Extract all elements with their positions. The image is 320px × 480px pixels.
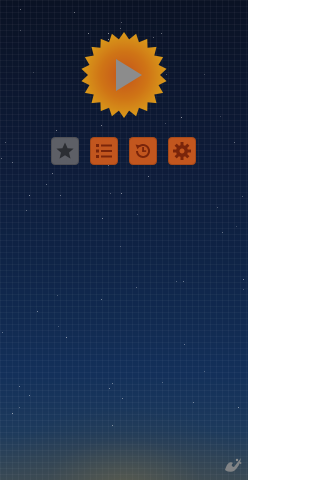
settings-button[interactable] xyxy=(168,137,196,165)
star-dot xyxy=(58,326,59,327)
splash-logo-icon xyxy=(222,454,244,474)
star-dot xyxy=(12,413,13,414)
star-dot xyxy=(222,232,223,233)
history-icon xyxy=(135,143,150,158)
star-dot xyxy=(193,402,194,403)
star-dot xyxy=(243,289,244,290)
star-dot xyxy=(56,130,57,131)
star-dot xyxy=(108,165,109,166)
menu-toolbar xyxy=(51,137,196,165)
star-dot xyxy=(26,210,27,211)
sun-badge xyxy=(81,32,167,118)
star-dot xyxy=(101,125,102,126)
star-dot xyxy=(121,22,122,23)
star-dot xyxy=(46,184,47,185)
star-dot xyxy=(234,142,235,143)
star-dot xyxy=(101,299,102,300)
star-dot xyxy=(29,195,30,196)
star-dot xyxy=(52,173,53,174)
star-dot xyxy=(122,398,123,399)
star-dot xyxy=(137,214,138,215)
horizon-glow xyxy=(0,410,248,480)
gear-icon xyxy=(173,142,191,160)
star-dot xyxy=(110,193,111,194)
star-dot xyxy=(238,407,239,408)
star-dot xyxy=(109,388,110,389)
star-dot xyxy=(120,246,121,247)
play-button[interactable] xyxy=(80,31,168,119)
star-dot xyxy=(57,295,58,296)
game-main-menu xyxy=(0,0,248,480)
star-icon xyxy=(56,142,74,159)
star-dot xyxy=(29,395,30,396)
star-dot xyxy=(2,332,3,333)
star-dot xyxy=(60,195,61,196)
star-dot xyxy=(20,30,21,31)
star-dot xyxy=(204,74,205,75)
star-dot xyxy=(20,9,21,10)
list-icon xyxy=(96,144,112,158)
restore-button[interactable] xyxy=(129,137,157,165)
star-dot xyxy=(12,162,13,163)
star-dot xyxy=(1,158,2,159)
star-dot xyxy=(120,28,121,29)
star-dot xyxy=(19,407,20,408)
star-dot xyxy=(204,371,205,372)
star-dot xyxy=(19,386,20,387)
star-dot xyxy=(181,117,182,118)
star-dot xyxy=(165,123,166,124)
star-dot xyxy=(184,344,185,345)
star-dot xyxy=(74,12,75,13)
star-dot xyxy=(37,311,38,312)
star-dot xyxy=(121,193,122,194)
star-dot xyxy=(136,287,137,288)
star-dot xyxy=(148,176,149,177)
star-dot xyxy=(242,196,243,197)
levels-button[interactable] xyxy=(90,137,118,165)
star-dot xyxy=(112,425,113,426)
star-dot xyxy=(176,281,177,282)
favorites-button[interactable] xyxy=(51,137,79,165)
star-dot xyxy=(102,218,103,219)
star-dot xyxy=(162,382,163,383)
star-dot xyxy=(243,279,244,280)
star-dot xyxy=(33,72,34,73)
star-dot xyxy=(220,116,221,117)
star-dot xyxy=(183,281,184,282)
star-dot xyxy=(217,207,218,208)
star-dot xyxy=(5,142,6,143)
star-dot xyxy=(236,226,237,227)
star-dot xyxy=(112,383,113,384)
star-dot xyxy=(66,337,67,338)
